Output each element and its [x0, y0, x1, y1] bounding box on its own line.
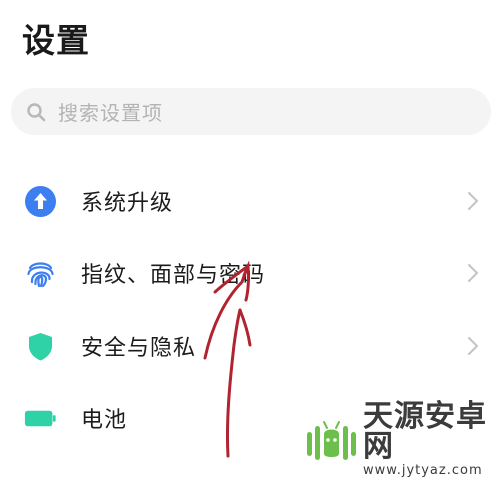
settings-item-label: 安全与隐私	[81, 336, 197, 361]
search-bar[interactable]: 搜索设置项	[11, 88, 491, 135]
watermark-text: 天源安卓网 www.jytyaz.com	[363, 399, 500, 478]
page-title: 设置	[22, 21, 90, 60]
system-update-icon	[24, 185, 57, 218]
watermark: 天源安卓网 www.jytyaz.com	[305, 402, 500, 477]
shield-icon	[24, 330, 57, 363]
settings-item-security-privacy[interactable]: 安全与隐私	[0, 316, 500, 376]
watermark-url: www.jytyaz.com	[363, 463, 483, 478]
settings-item-label: 指纹、面部与密码	[81, 263, 266, 288]
settings-item-label: 系统升级	[81, 191, 174, 216]
fingerprint-icon	[24, 257, 57, 290]
settings-item-system-update[interactable]: 系统升级	[0, 171, 500, 231]
search-icon	[26, 102, 46, 122]
settings-item-label: 电池	[81, 408, 128, 433]
settings-item-fingerprint-face-password[interactable]: 指纹、面部与密码	[0, 243, 500, 303]
watermark-name: 天源安卓网	[363, 399, 487, 464]
chevron-right-icon	[466, 262, 480, 284]
chevron-right-icon	[466, 190, 480, 212]
search-input[interactable]: 搜索设置项	[58, 97, 163, 126]
battery-icon	[24, 402, 57, 435]
chevron-right-icon	[466, 335, 480, 357]
